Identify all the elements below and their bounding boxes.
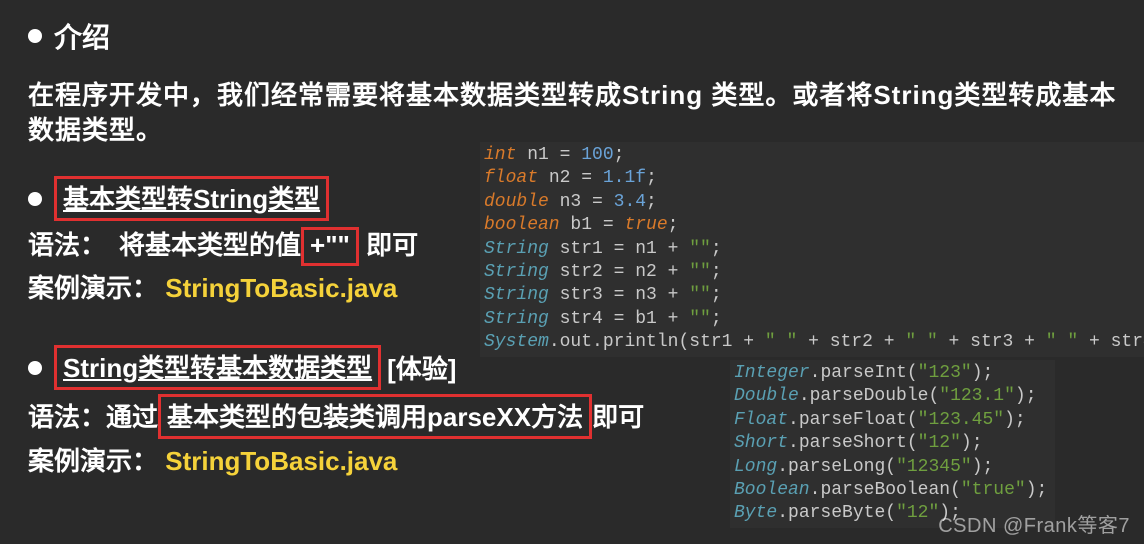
syntax-suffix: 即可 (359, 230, 418, 260)
code-line: String str2 = n2 + ""; (484, 261, 1144, 284)
code-line: Long.parseLong("12345"); (734, 456, 1047, 479)
code-line: float n2 = 1.1f; (484, 167, 1144, 190)
code-line: boolean b1 = true; (484, 214, 1144, 237)
experiment-tag: [体验] (387, 349, 456, 386)
demo-label: 案例演示： (28, 273, 158, 303)
bullet-icon (28, 29, 42, 43)
code-line: Boolean.parseBoolean("true"); (734, 479, 1047, 502)
highlight-box: +"" (301, 227, 359, 266)
code-line: Float.parseFloat("123.45"); (734, 409, 1047, 432)
demo-filename: StringToBasic.java (165, 273, 397, 303)
syntax-prefix: 语法： 将基本类型的值 (28, 230, 301, 260)
watermark: CSDN @Frank等客7 (938, 509, 1130, 538)
main-heading: 介绍 (28, 16, 1124, 56)
code-line: Double.parseDouble("123.1"); (734, 385, 1047, 408)
syntax-prefix: 语法：通过 (28, 402, 158, 432)
code-snippet-1: int n1 = 100;float n2 = 1.1f;double n3 =… (480, 142, 1144, 357)
bullet-icon (28, 192, 42, 206)
highlight-box: 基本类型的包装类调用parseXX方法 (158, 394, 592, 439)
code-line: System.out.println(str1 + " " + str2 + "… (484, 331, 1144, 354)
code-line: String str3 = n3 + ""; (484, 284, 1144, 307)
code-snippet-2: Integer.parseInt("123");Double.parseDoub… (730, 360, 1055, 528)
bullet-icon (28, 361, 42, 375)
main-heading-text: 介绍 (54, 16, 110, 56)
code-line: String str4 = b1 + ""; (484, 308, 1144, 331)
highlight-box: String类型转基本数据类型 (54, 345, 381, 390)
intro-paragraph: 在程序开发中，我们经常需要将基本数据类型转成String 类型。或者将Strin… (28, 78, 1124, 148)
code-line: int n1 = 100; (484, 144, 1144, 167)
code-line: String str1 = n1 + ""; (484, 238, 1144, 261)
code-line: Integer.parseInt("123"); (734, 362, 1047, 385)
demo-label: 案例演示： (28, 446, 158, 476)
code-line: double n3 = 3.4; (484, 191, 1144, 214)
code-line: Short.parseShort("12"); (734, 432, 1047, 455)
highlight-box: 基本类型转String类型 (54, 176, 329, 221)
syntax-suffix: 即可 (592, 402, 644, 432)
demo-filename: StringToBasic.java (165, 446, 397, 476)
